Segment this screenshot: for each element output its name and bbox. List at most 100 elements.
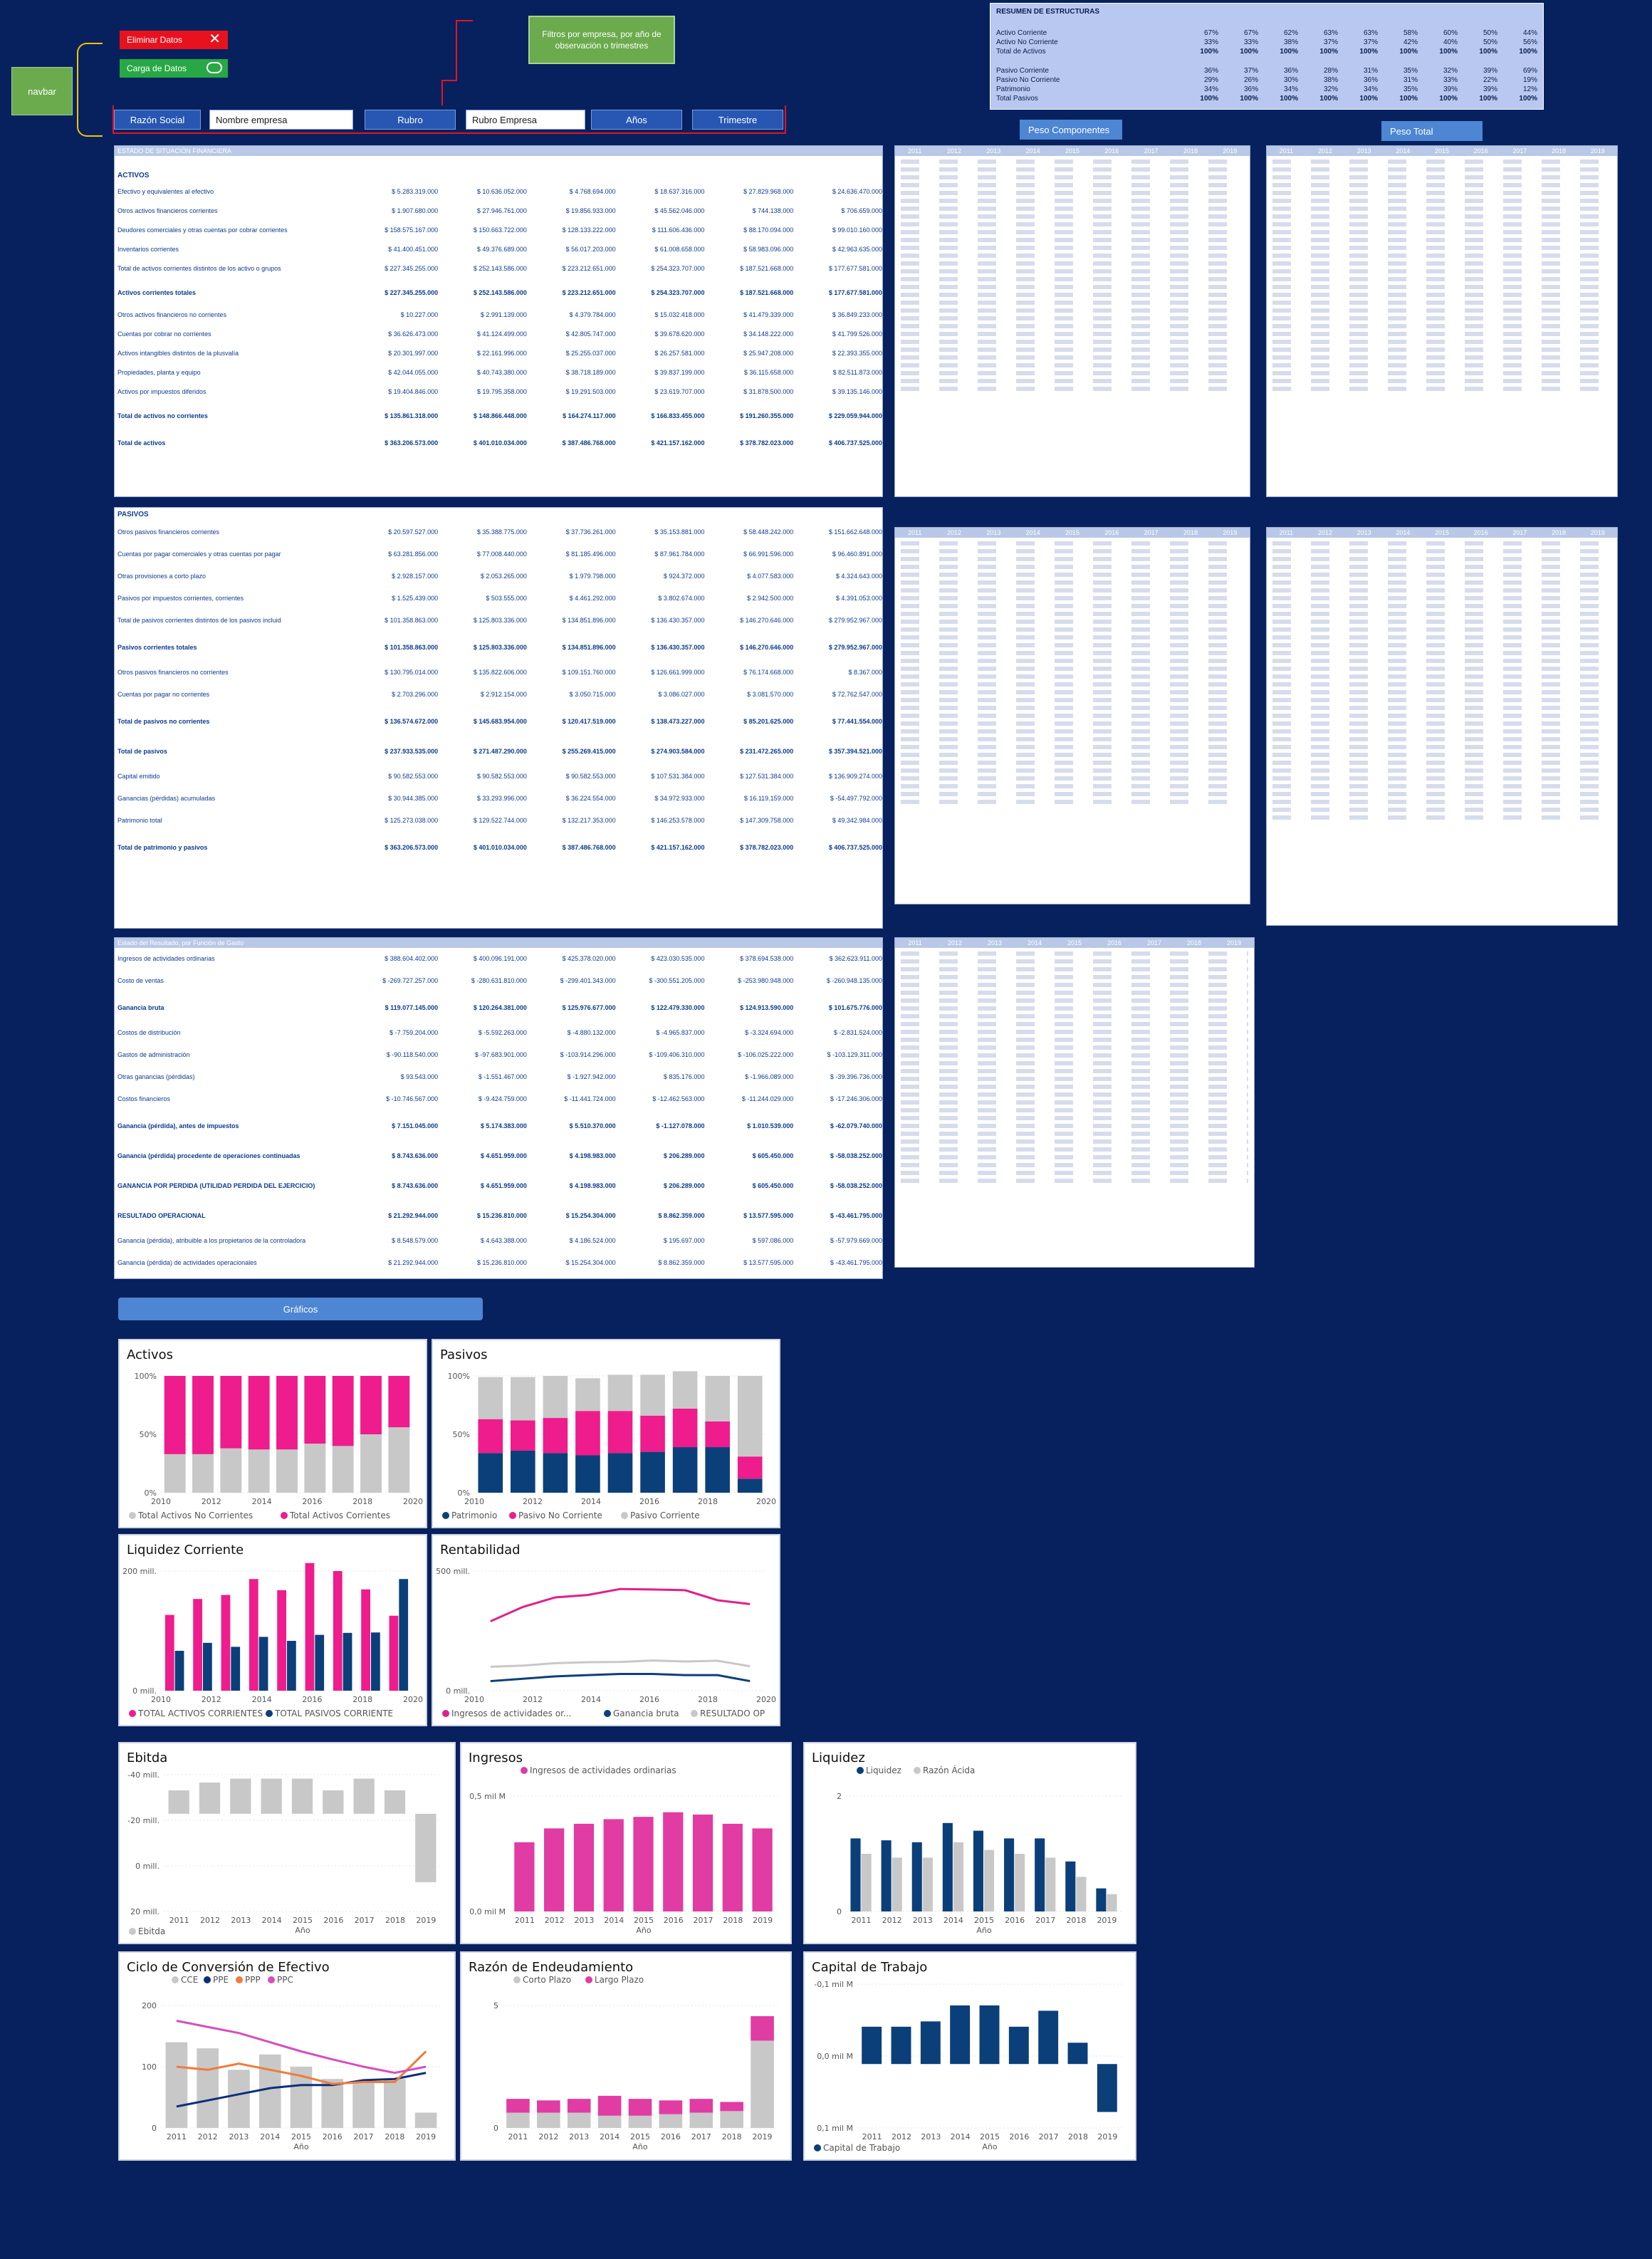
bar — [861, 1854, 872, 1911]
navbar-brace — [77, 43, 103, 137]
peso-total-pasivos: 2011 2012 2013 2014 2015 2016 2017 2018 2019 — [1266, 527, 1618, 926]
pct-row — [1272, 557, 1611, 561]
er-table: Ingresos de actividades ordinarias $ 388.… — [115, 955, 882, 1281]
legend-label: TOTAL PASIVOS CORRIENTE — [274, 1708, 393, 1718]
cell-value: $ -299.401.343.000 — [560, 977, 616, 984]
cell-value: $ 223.212.651.000 — [562, 265, 616, 272]
cell-value: $ 81.185.496.000 — [565, 551, 616, 558]
cell-value: $ 10.636.052.000 — [476, 188, 527, 195]
navbar-button[interactable]: navbar — [11, 67, 73, 115]
cell-value: $ 406.737.525.000 — [828, 439, 882, 447]
chart-ingresos: Ingresos 0,0 mil M 0,5 mil M 2011 2012 2013 20… — [460, 1742, 792, 1944]
pct-row — [1272, 293, 1611, 297]
cell-value: $ 252.143.586.000 — [473, 265, 527, 272]
rubro-input[interactable]: Rubro Empresa — [466, 110, 585, 130]
cell-value: $ -7.759.204.000 — [390, 1029, 439, 1036]
peso-componentes-button[interactable]: Peso Componentes — [1020, 120, 1122, 140]
cell-value: $ 4.651.959.000 — [480, 1182, 527, 1189]
legend-marker — [281, 1512, 288, 1519]
pct-year: 2015 — [1435, 147, 1450, 155]
bar — [514, 1842, 535, 1911]
pct-row — [901, 983, 1248, 987]
peso-total-button[interactable]: Peso Total — [1381, 121, 1483, 141]
cell-value: $ 279.952.967.000 — [828, 644, 882, 651]
graficos-button[interactable]: Gráficos — [118, 1298, 483, 1320]
bar — [388, 1427, 410, 1493]
activos-table: Efectivo y equivalentes al efectivo $ 5.2… — [115, 188, 882, 461]
pct-row — [901, 340, 1244, 344]
cell-value: $ 8.367.000 — [848, 669, 882, 676]
cell-value: $ 4.324.643.000 — [835, 573, 882, 580]
chart-activos: Activos 0% 50% 100% 2010 2012 2014 2016 2018 2020… — [118, 1339, 427, 1528]
delete-data-button[interactable]: Eliminar Datos ✕ — [120, 31, 228, 49]
row-label: Otras provisiones a corto plazo — [117, 573, 206, 580]
x-tick-label: 2020 — [403, 1695, 423, 1704]
pct-row — [901, 1030, 1248, 1034]
pct-row — [901, 1045, 1248, 1050]
cell-value: $ -43.461.795.000 — [830, 1259, 882, 1266]
load-data-button[interactable]: Carga de Datos — [120, 59, 228, 78]
cell-value: $ -43.461.795.000 — [830, 1212, 882, 1219]
row-label: Cuentas por pagar no corrientes — [117, 691, 210, 698]
pct-row — [901, 238, 1244, 242]
summary-cell: 100% — [1439, 48, 1458, 56]
cell-value: $ 20.597.527.000 — [388, 528, 439, 536]
table-row: Ganancia (pérdida), antes de impuestos $ … — [115, 1117, 882, 1134]
row-label: Inventarios corrientes — [117, 246, 179, 253]
cell-value: $ 400.096.191.000 — [473, 955, 527, 962]
company-name-input[interactable]: Nombre empresa — [209, 110, 353, 130]
pct-row — [901, 714, 1244, 718]
bar — [203, 1642, 212, 1691]
row-label: Otras ganancias (pérdidas) — [117, 1073, 195, 1080]
pct-row — [901, 651, 1244, 655]
x-tick-label: 2016 — [664, 1916, 684, 1925]
summary-cell: 100% — [1280, 95, 1298, 103]
pct-row — [1272, 635, 1611, 640]
x-tick-label: 2012 — [538, 2132, 558, 2141]
cell-value: $ 77.008.440.000 — [476, 551, 527, 558]
pct-row — [901, 1163, 1248, 1167]
pct-row — [1272, 261, 1611, 266]
cell-value: $ -253.980.948.000 — [738, 977, 794, 984]
y-tick-label: 100 — [142, 2062, 157, 2072]
legend-marker — [521, 1767, 528, 1774]
pct-row — [1272, 199, 1611, 203]
y-tick-label: -20 mill. — [127, 1816, 160, 1825]
filter-rubro[interactable]: Rubro — [365, 110, 456, 130]
legend-label: Razón Ácida — [923, 1765, 975, 1775]
y-tick-label: -40 mill. — [127, 1770, 160, 1780]
pct-row — [901, 729, 1244, 734]
row-label: Activos intangibles distintos de la plus… — [117, 350, 239, 357]
table-row: Cuentas por pagar no corrientes $ 2.703.2… — [115, 691, 882, 700]
filter-trimestre[interactable]: Trimestre — [692, 110, 783, 130]
summary-row: Total de Activos 100% 100% 100% 100% 100% 100%… — [996, 47, 1537, 56]
bar — [164, 1454, 186, 1493]
bar — [672, 1371, 698, 1409]
pct-row — [901, 1116, 1248, 1120]
bar — [720, 2111, 743, 2128]
pct-row — [901, 959, 1248, 964]
cell-value: $ 41.799.526.000 — [832, 330, 882, 338]
summary-cell: 39% — [1443, 85, 1458, 93]
summary-cell: 42% — [1403, 38, 1418, 46]
filter-razon-social[interactable]: Razón Social — [114, 110, 201, 130]
pct-row — [1272, 698, 1611, 702]
cell-value: $ 125.803.336.000 — [473, 617, 527, 624]
pct-row — [901, 1085, 1248, 1089]
pct-row — [1272, 183, 1611, 187]
cell-value: $ 279.952.967.000 — [828, 617, 882, 624]
pct-row — [1272, 580, 1611, 585]
bar — [942, 1822, 953, 1911]
row-label: Cuentas por pagar comerciales y otras cu… — [117, 551, 281, 558]
cell-value: $ 42.805.747.000 — [565, 330, 616, 338]
cell-value: $ 135.822.606.000 — [473, 669, 527, 676]
cell-value: $ 2.991.139.000 — [480, 311, 527, 318]
pct-row — [1272, 332, 1611, 336]
cell-value: $ 128.133.222.000 — [562, 226, 616, 234]
cell-value: $ 4.198.983.000 — [569, 1152, 616, 1159]
pct-row — [901, 222, 1244, 226]
bar — [333, 1571, 343, 1691]
pct-row — [1272, 651, 1611, 655]
row-label: Activos corrientes totales — [117, 289, 197, 296]
filter-anios[interactable]: Años — [591, 110, 682, 130]
